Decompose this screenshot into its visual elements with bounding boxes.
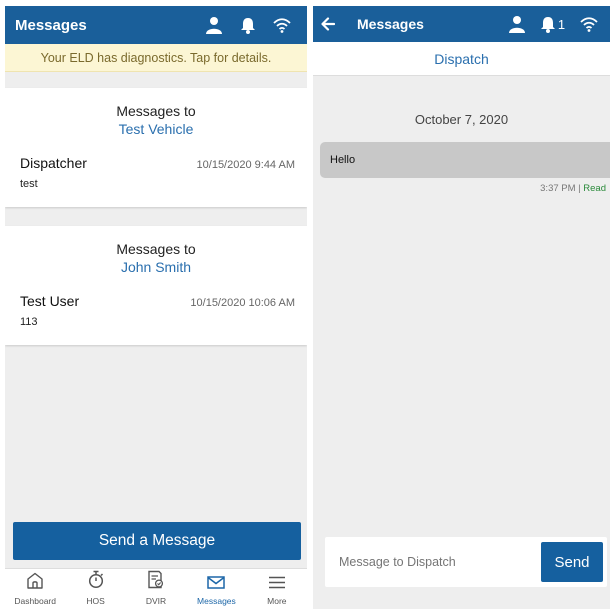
- card-recipient-name: Test Vehicle: [118, 121, 194, 137]
- conversation-title-text: Dispatch: [434, 50, 489, 67]
- card-timestamp: 10/15/2020 10:06 AM: [190, 297, 295, 309]
- send-message-button-label: Send a Message: [98, 532, 216, 549]
- envelope-icon: [207, 576, 226, 594]
- header-bar: Messages: [5, 6, 307, 44]
- conversation-title: Dispatch: [313, 42, 610, 76]
- tab-dashboard[interactable]: Dashboard: [5, 569, 65, 609]
- stopwatch-icon: [88, 570, 104, 594]
- message-meta: 3:37 PM | Read: [540, 183, 606, 194]
- app-root: Messages Your ELD has diagnostics. Tap f…: [0, 0, 610, 609]
- messages-list-screen: Messages Your ELD has diagnostics. Tap f…: [5, 6, 307, 609]
- user-icon[interactable]: [199, 10, 229, 40]
- card-message-row: Test User 10/15/2020 10:06 AM: [5, 293, 307, 309]
- card-recipient-label: Messages to: [116, 103, 196, 119]
- back-arrow-icon[interactable]: [321, 17, 335, 31]
- message-bubble[interactable]: Hello: [320, 142, 610, 178]
- message-composer: Send: [325, 537, 607, 587]
- conversation-card[interactable]: Messages to Test Vehicle Dispatcher 10/1…: [5, 88, 307, 207]
- card-sender: Test User: [20, 293, 80, 309]
- message-input[interactable]: [325, 542, 541, 582]
- home-icon: [26, 572, 44, 594]
- tab-hos[interactable]: HOS: [65, 569, 125, 609]
- user-icon[interactable]: [502, 9, 532, 39]
- notification-count: 1: [557, 16, 566, 32]
- bell-icon[interactable]: [233, 10, 263, 40]
- tab-more[interactable]: More: [247, 569, 307, 609]
- diagnostics-banner[interactable]: Your ELD has diagnostics. Tap for detail…: [5, 44, 307, 72]
- bottom-tab-bar: Dashboard HOS DVIR Messages More: [5, 568, 307, 609]
- diagnostics-banner-text: Your ELD has diagnostics. Tap for detail…: [40, 50, 272, 65]
- card-preview: test: [20, 178, 38, 190]
- message-status: Read: [583, 183, 606, 194]
- page-title: Messages: [15, 16, 87, 34]
- date-divider: October 7, 2020: [414, 112, 509, 127]
- message-text: Hello: [330, 154, 356, 166]
- tab-dvir[interactable]: DVIR: [126, 569, 186, 609]
- wifi-icon[interactable]: [574, 9, 604, 39]
- menu-icon: [268, 576, 286, 594]
- tab-label: Messages: [197, 596, 236, 606]
- message-meta-separator: |: [578, 183, 581, 194]
- message-time: 3:37 PM: [540, 183, 576, 194]
- tab-label: Dashboard: [14, 596, 56, 606]
- tab-label: More: [267, 596, 287, 606]
- inspection-report-icon: [147, 570, 165, 594]
- tab-label: HOS: [86, 596, 105, 606]
- card-timestamp: 10/15/2020 9:44 AM: [196, 159, 295, 171]
- card-preview: 113: [20, 316, 38, 328]
- header-bar: Messages 1: [313, 6, 610, 42]
- send-message-button[interactable]: Send a Message: [13, 522, 301, 560]
- tab-label: DVIR: [145, 596, 167, 606]
- card-message-row: Dispatcher 10/15/2020 9:44 AM: [5, 155, 307, 171]
- tab-messages[interactable]: Messages: [186, 569, 246, 609]
- card-recipient-name: John Smith: [120, 259, 192, 275]
- card-sender: Dispatcher: [20, 155, 87, 171]
- bell-icon[interactable]: 1: [536, 9, 570, 39]
- page-title: Messages: [357, 16, 424, 32]
- wifi-icon[interactable]: [267, 10, 297, 40]
- conversation-card[interactable]: Messages to John Smith Test User 10/15/2…: [5, 226, 307, 345]
- card-recipient-label: Messages to: [116, 241, 196, 257]
- conversation-screen: Messages 1 Dispatch October 7, 2020 Hell…: [313, 6, 610, 609]
- send-button-label: Send: [554, 553, 590, 571]
- send-button[interactable]: Send: [541, 542, 603, 582]
